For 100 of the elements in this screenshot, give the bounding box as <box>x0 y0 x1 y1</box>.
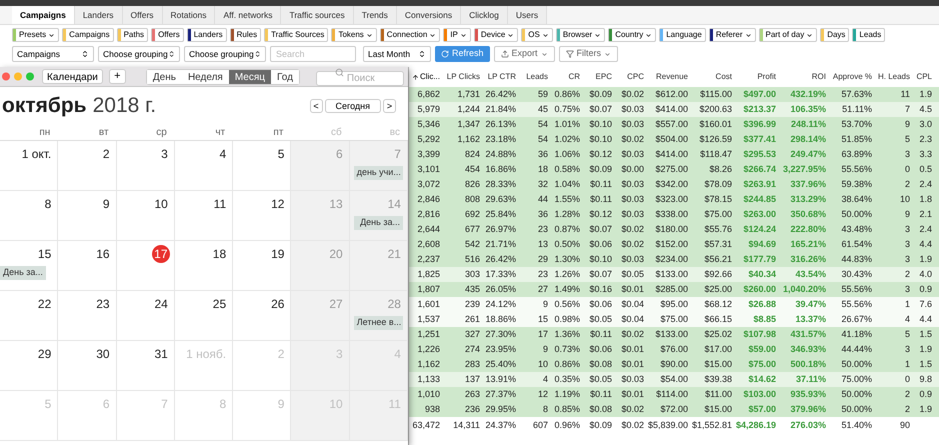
day-cell[interactable]: 1 окт. <box>0 141 58 190</box>
event-chip[interactable]: День за... <box>0 266 46 280</box>
table-row[interactable]: 2,237 516 26.42% 29 1.30% $0.10 $0.03 $234.00 $56.21 $177.79 316.26% 44.83% 3 1.9 <box>409 252 939 267</box>
table-row[interactable]: 1,162 283 25.40% 10 0.86% $0.08 $0.01 $90.00 $15.00 $75.00 500.18% 50.00% 1 1.5 <box>409 357 939 372</box>
report-button[interactable]: Tokens <box>331 28 377 42</box>
nav-tab[interactable]: Users <box>508 6 548 24</box>
search-input[interactable]: Search <box>270 46 356 62</box>
column-header[interactable]: CPL <box>913 71 935 83</box>
column-header[interactable]: Clic... <box>409 71 443 83</box>
report-button[interactable]: Language <box>659 28 706 42</box>
day-cell[interactable]: 8 <box>0 191 58 240</box>
report-button[interactable]: Rules <box>230 28 262 42</box>
day-cell[interactable]: 10 <box>116 191 175 240</box>
table-row[interactable]: 3,101 454 16.86% 18 0.58% $0.09 $0.00 $275.00 $8.26 $266.74 3,227.95% 55.56% 0 0.5 <box>409 162 939 177</box>
day-cell[interactable]: 22 <box>0 291 58 340</box>
report-button[interactable]: Landers <box>186 28 227 42</box>
nav-tab[interactable]: Conversions <box>396 6 462 24</box>
event-chip[interactable]: День за... <box>354 216 403 230</box>
report-button[interactable]: IP <box>443 28 471 42</box>
event-chip[interactable]: Летнее в... <box>354 316 403 330</box>
select-field[interactable]: Choose grouping <box>98 46 180 62</box>
view-tab[interactable]: День <box>146 70 182 84</box>
table-row[interactable]: 1,226 274 23.95% 9 0.73% $0.06 $0.01 $76.00 $17.00 $59.00 346.93% 44.44% 3 1.9 <box>409 342 939 357</box>
select-field[interactable]: Last Month <box>363 46 431 62</box>
table-row[interactable]: 6,862 1,731 26.42% 59 0.86% $0.09 $0.02 $612.00 $115.00 $497.00 432.19% 57.63% 11 1.9 <box>409 87 939 102</box>
nav-tab[interactable]: Rotations <box>162 6 216 24</box>
column-header[interactable]: EPC <box>583 71 615 83</box>
day-cell[interactable]: 14 День за... <box>350 191 408 240</box>
table-row[interactable]: 938 236 29.95% 8 0.85% $0.08 $0.02 $72.00 $15.00 $57.00 379.96% 50.00% 2 1.9 <box>409 402 939 417</box>
table-row[interactable]: 2,816 692 25.84% 36 1.28% $0.12 $0.03 $338.00 $75.00 $263.00 350.68% 50.00% 9 2.1 <box>409 207 939 222</box>
calendars-button[interactable]: Календари <box>42 69 103 84</box>
day-cell[interactable]: 29 <box>0 341 58 390</box>
report-button[interactable]: Traffic Sources <box>264 28 328 42</box>
table-row[interactable]: 1,601 239 24.12% 9 0.56% $0.06 $0.04 $95.00 $68.12 $26.88 39.47% 55.56% 1 7.6 <box>409 297 939 312</box>
report-button[interactable]: Leads <box>852 28 886 42</box>
previous-button[interactable]: < <box>310 99 322 113</box>
column-header[interactable]: CPC <box>615 71 647 83</box>
report-button[interactable]: Connection <box>380 28 440 42</box>
today-button[interactable]: Сегодня <box>324 99 381 113</box>
select-field[interactable]: Choose grouping <box>184 46 266 62</box>
day-cell[interactable]: 7 день учи... <box>350 141 408 190</box>
table-row[interactable]: 3,072 826 28.33% 32 1.04% $0.11 $0.03 $342.00 $78.09 $263.91 337.96% 59.38% 2 2.4 <box>409 177 939 192</box>
table-row[interactable]: 3,399 824 24.88% 36 1.06% $0.12 $0.03 $414.00 $118.47 $295.53 249.47% 63.89% 3 3.3 <box>409 147 939 162</box>
filters-button[interactable]: Filters <box>558 46 618 62</box>
export-button[interactable]: Export <box>494 46 555 62</box>
nav-tab[interactable]: Landers <box>74 6 123 24</box>
view-tab[interactable]: Месяц <box>228 70 271 84</box>
table-row[interactable]: 1,537 261 18.86% 15 0.98% $0.05 $0.04 $75.00 $66.15 $8.85 13.37% 26.67% 4 4.4 <box>409 312 939 327</box>
view-tab[interactable]: Неделя <box>182 70 229 84</box>
table-row[interactable]: 2,846 808 29.63% 44 1.55% $0.11 $0.03 $323.00 $78.15 $244.85 313.29% 38.64% 10 1.8 <box>409 192 939 207</box>
report-button[interactable]: OS <box>521 28 553 42</box>
window-controls-icon[interactable] <box>2 72 36 81</box>
view-tab[interactable]: Год <box>270 70 299 84</box>
report-button[interactable]: Device <box>474 28 518 42</box>
column-header[interactable]: ROI <box>779 71 829 83</box>
table-row[interactable]: 5,979 1,244 21.84% 45 0.75% $0.07 $0.03 $414.00 $200.63 $213.37 106.35% 51.11% 7 4.5 <box>409 102 939 117</box>
table-row[interactable]: 5,292 1,162 23.18% 54 1.02% $0.10 $0.02 $504.00 $126.59 $377.41 298.14% 51.85% 5 2.3 <box>409 132 939 147</box>
day-cell[interactable]: 31 <box>116 341 175 390</box>
column-header[interactable]: Revenue <box>647 71 691 83</box>
day-cell[interactable]: 28 Летнее в... <box>350 291 408 340</box>
day-cell[interactable]: 15 День за... <box>0 241 58 290</box>
column-header[interactable]: H. Leads <box>875 71 913 83</box>
report-button[interactable]: Campaigns <box>62 28 114 42</box>
report-button[interactable]: Presets <box>12 28 60 42</box>
day-cell[interactable]: 17 <box>116 241 175 290</box>
table-row[interactable]: 1,825 303 17.33% 23 1.26% $0.07 $0.05 $133.00 $92.66 $40.34 43.54% 30.43% 2 4.0 <box>409 267 939 282</box>
column-header[interactable]: LP CTR <box>483 71 519 83</box>
table-row[interactable]: 2,608 542 21.71% 13 0.50% $0.06 $0.02 $152.00 $57.31 $94.69 165.21% 61.54% 3 4.4 <box>409 237 939 252</box>
nav-tab[interactable]: Offers <box>122 6 163 24</box>
nav-tab[interactable]: Campaigns <box>12 6 75 24</box>
report-button[interactable]: Paths <box>116 28 148 42</box>
nav-tab[interactable]: Trends <box>354 6 397 24</box>
table-row[interactable]: 1,251 327 27.30% 17 1.36% $0.11 $0.02 $133.00 $25.02 $107.98 431.57% 41.18% 5 1.5 <box>409 327 939 342</box>
column-header[interactable]: Profit <box>735 71 779 83</box>
next-button[interactable]: > <box>383 99 396 113</box>
report-button[interactable]: Part of day <box>758 28 818 42</box>
table-row[interactable]: 5,346 1,347 26.13% 54 1.01% $0.10 $0.03 $557.00 $160.01 $396.99 248.11% 53.70% 9 3.0 <box>409 117 939 132</box>
nav-tab[interactable]: Traffic sources <box>281 6 354 24</box>
column-header[interactable]: LP Clicks <box>443 71 483 83</box>
table-row[interactable]: 1,133 137 13.91% 4 0.35% $0.05 $0.03 $54.00 $39.38 $14.62 37.11% 75.00% 0 9.8 <box>409 372 939 387</box>
day-cell[interactable]: 3 <box>116 141 175 190</box>
event-chip[interactable]: день учи... <box>354 166 403 180</box>
search-field[interactable]: Поиск <box>316 70 404 86</box>
column-header[interactable]: Cost <box>691 71 735 83</box>
column-header[interactable]: CR <box>551 71 583 83</box>
add-button[interactable]: + <box>108 69 126 84</box>
report-button[interactable]: Browser <box>556 28 606 42</box>
table-row[interactable]: 2,644 677 26.97% 23 0.87% $0.07 $0.02 $180.00 $55.76 $124.24 222.80% 43.48% 3 2.4 <box>409 222 939 237</box>
nav-tab[interactable]: Clicklog <box>461 6 508 24</box>
select-field[interactable]: Campaigns <box>12 46 94 62</box>
column-header[interactable]: Leads <box>519 71 551 83</box>
table-row[interactable]: 1,010 263 27.37% 12 1.19% $0.11 $0.01 $114.00 $11.00 $103.00 935.93% 50.00% 2 0.9 <box>409 387 939 402</box>
column-header[interactable]: Approve % <box>829 71 875 83</box>
day-cell[interactable]: 24 <box>116 291 175 340</box>
report-button[interactable]: Referer <box>708 28 756 42</box>
report-button[interactable]: Offers <box>151 28 184 42</box>
nav-tab[interactable]: Aff. networks <box>215 6 282 24</box>
report-button[interactable]: Country <box>608 28 656 42</box>
table-row[interactable]: 1,807 435 26.05% 27 1.49% $0.16 $0.01 $285.00 $25.00 $260.00 1,040.20% 55.56% 3 0.9 <box>409 282 939 297</box>
report-button[interactable]: Days <box>820 28 850 42</box>
